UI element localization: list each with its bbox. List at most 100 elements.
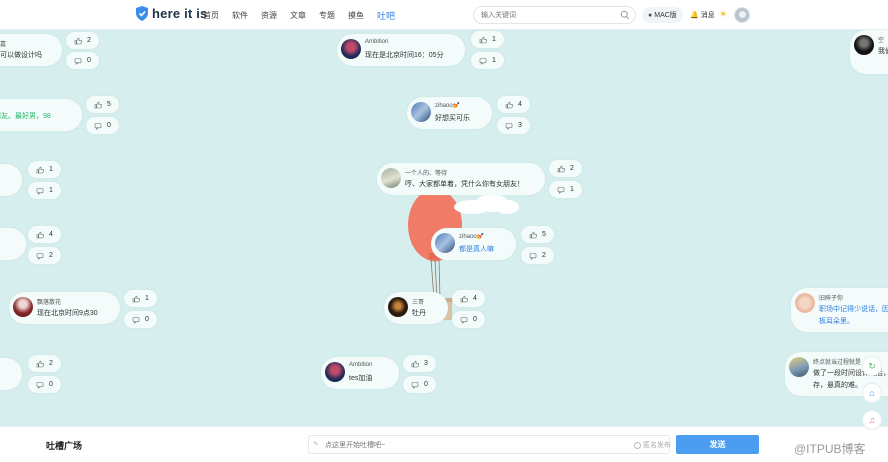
comment-icon xyxy=(529,252,537,260)
comment-button[interactable]: 0 xyxy=(124,311,157,328)
logo-shield-icon xyxy=(136,6,148,21)
theme-toggle-sun-icon[interactable]: ☀ xyxy=(719,10,727,19)
like-button[interactable]: 1 xyxy=(471,31,504,48)
nav-home[interactable]: 首页 xyxy=(203,10,219,22)
post-bubble[interactable]: zihaoo💅 好想买可乐 xyxy=(407,97,492,129)
comment-icon xyxy=(74,57,82,65)
post-bubble[interactable]: zihaoo💅 都是真人嘛 xyxy=(431,228,516,260)
comment-count: 0 xyxy=(145,316,149,323)
like-button[interactable]: 2 xyxy=(28,355,61,372)
search-icon[interactable] xyxy=(620,10,630,20)
post-input-box: ✎ xyxy=(308,435,670,454)
comment-icon xyxy=(132,316,140,324)
user-avatar[interactable] xyxy=(734,7,750,23)
post-author: Ambition xyxy=(365,39,389,45)
like-button[interactable]: 3 xyxy=(403,355,436,372)
bubble-canvas: 嘉 可以做设计吗 2 0 Ambition 现在是北京时间16：05分 1 1 … xyxy=(0,30,888,426)
messages-button[interactable]: 🔔 消息 xyxy=(690,10,715,20)
post-bubble[interactable]: 三哥 牡丹 xyxy=(384,292,448,324)
post-bubble[interactable]: 飘落散花 现在北京时间9点30 xyxy=(9,292,120,324)
comment-count: 3 xyxy=(518,122,522,129)
anonymous-radio[interactable] xyxy=(634,441,641,449)
like-button[interactable]: 5 xyxy=(521,226,554,243)
post-avatar xyxy=(341,39,361,59)
comment-button[interactable]: 0 xyxy=(452,311,485,328)
thumbs-up-icon xyxy=(460,295,468,302)
nav-articles[interactable]: 文章 xyxy=(290,10,306,22)
like-button[interactable]: 1 xyxy=(124,290,157,307)
comment-icon xyxy=(411,381,419,389)
comment-icon xyxy=(36,381,44,389)
search-input[interactable] xyxy=(481,9,616,21)
post-input[interactable] xyxy=(325,439,625,451)
square-title: 吐槽广场 xyxy=(46,441,83,451)
post-bubble[interactable] xyxy=(0,358,22,390)
home-icon: ⌂ xyxy=(869,388,875,398)
post-bubble[interactable]: 嘉 可以做设计吗 xyxy=(0,34,62,66)
comment-button[interactable]: 2 xyxy=(28,247,61,264)
post-bubble[interactable]: 朋友。最好男，98 xyxy=(0,99,82,131)
comment-button[interactable]: 1 xyxy=(471,52,504,69)
nav-topics[interactable]: 专题 xyxy=(319,10,335,22)
comment-count: 1 xyxy=(49,187,53,194)
like-button[interactable]: 1 xyxy=(28,161,61,178)
like-button[interactable]: 4 xyxy=(28,226,61,243)
comment-button[interactable]: 1 xyxy=(549,181,582,198)
mac-version-button[interactable]: ● MAC版 xyxy=(642,7,683,23)
thumbs-up-icon xyxy=(36,231,44,238)
comment-count: 0 xyxy=(424,381,428,388)
post-text: 哼、大家都单着，凭什么你有女朋友！ xyxy=(405,181,524,188)
notification-button[interactable]: ♫ xyxy=(862,410,882,430)
post-bubble[interactable] xyxy=(0,164,22,196)
thumbs-up-icon xyxy=(505,101,513,108)
bell-icon: ♫ xyxy=(868,415,876,425)
like-count: 5 xyxy=(542,231,546,238)
refresh-icon: ↻ xyxy=(868,360,876,371)
like-button[interactable]: 2 xyxy=(66,32,99,49)
comment-icon xyxy=(36,252,44,260)
post-bubble[interactable]: 一个人的、等待 哼、大家都单着，凭什么你有女朋友！ xyxy=(377,163,545,195)
send-button[interactable]: 发送 xyxy=(676,435,759,454)
like-button[interactable]: 4 xyxy=(452,290,485,307)
post-bubble[interactable]: 旧眸子你 职场中记得少说话，因 板耳朵里。 xyxy=(791,288,888,332)
post-avatar xyxy=(789,357,809,377)
thumbs-up-icon xyxy=(74,37,82,44)
post-bubble[interactable] xyxy=(0,228,26,260)
nav-software[interactable]: 软件 xyxy=(232,10,248,22)
comment-button[interactable]: 0 xyxy=(28,376,61,393)
nav-tuba[interactable]: 吐吧 xyxy=(377,9,395,22)
comment-button[interactable]: 3 xyxy=(497,117,530,134)
pen-icon: ✎ xyxy=(313,441,319,448)
comment-count: 0 xyxy=(87,57,91,64)
thumbs-up-icon xyxy=(132,295,140,302)
site-logo[interactable]: here it is xyxy=(135,6,207,21)
comment-count: 1 xyxy=(492,57,496,64)
comment-button[interactable]: 0 xyxy=(66,52,99,69)
post-text: tes加油 xyxy=(349,375,373,382)
post-bubble[interactable]: Ambition 现在是北京时间16：05分 xyxy=(337,34,465,66)
refresh-button[interactable]: ↻ xyxy=(862,356,882,376)
like-button[interactable]: 5 xyxy=(86,96,119,113)
post-author: zihaoo💅 xyxy=(459,234,485,240)
thumbs-up-icon xyxy=(529,231,537,238)
main-nav: 首页 软件 资源 文章 专题 摸鱼 吐吧 xyxy=(203,10,408,22)
post-text: 好想买可乐 xyxy=(435,115,470,122)
like-count: 1 xyxy=(492,36,496,43)
like-count: 1 xyxy=(145,295,149,302)
comment-button[interactable]: 0 xyxy=(403,376,436,393)
like-button[interactable]: 4 xyxy=(497,96,530,113)
post-bubble[interactable]: Ambition tes加油 xyxy=(321,357,399,389)
post-bubble[interactable]: 空 我们 xyxy=(850,30,888,74)
comment-button[interactable]: 2 xyxy=(521,247,554,264)
comment-icon xyxy=(36,187,44,195)
nav-resources[interactable]: 资源 xyxy=(261,10,277,22)
like-button[interactable]: 2 xyxy=(549,160,582,177)
nav-slack[interactable]: 摸鱼 xyxy=(348,10,364,22)
post-author: 终点就当过程就是 xyxy=(813,360,862,366)
home-button[interactable]: ⌂ xyxy=(862,383,882,403)
comment-button[interactable]: 0 xyxy=(86,117,119,134)
anonymous-toggle[interactable]: 匿名发布 xyxy=(634,440,671,450)
comment-button[interactable]: 1 xyxy=(28,182,61,199)
thumbs-up-icon xyxy=(36,360,44,367)
top-header: here it is 首页 软件 资源 文章 专题 摸鱼 吐吧 ● MAC版 🔔… xyxy=(0,0,888,30)
